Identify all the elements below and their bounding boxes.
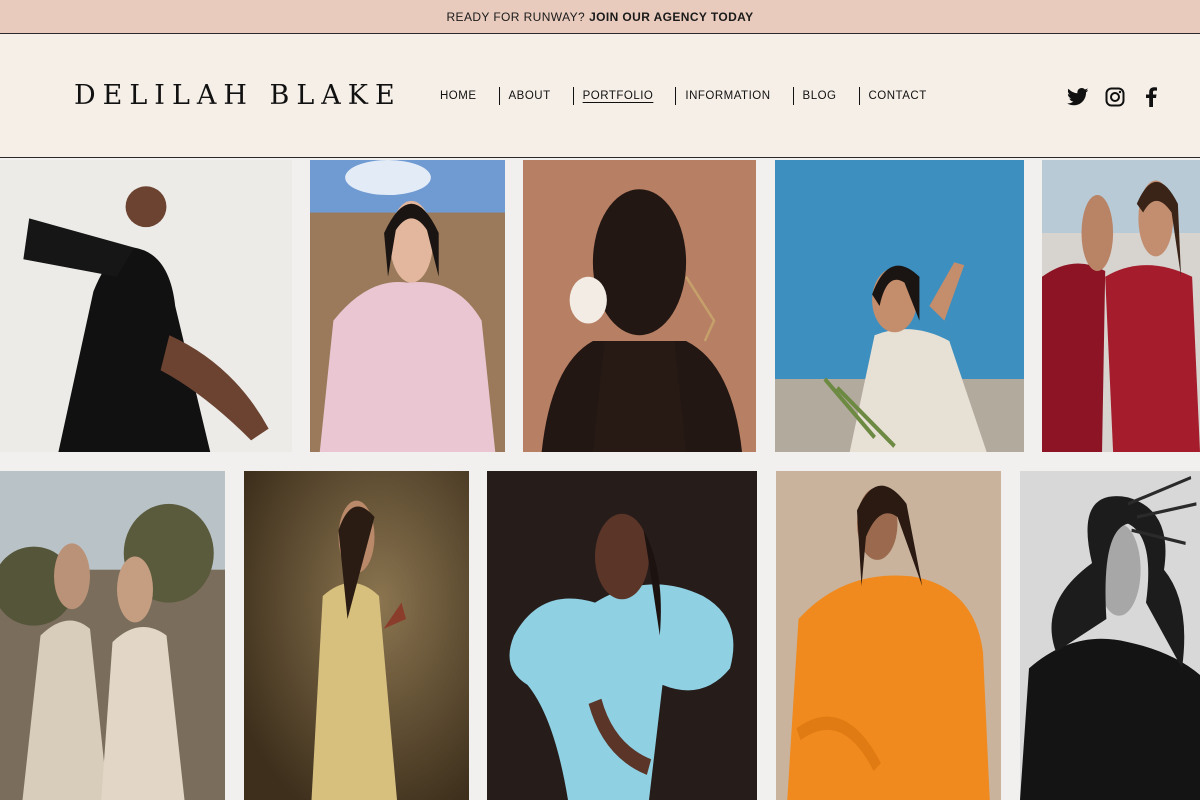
nav-item-portfolio[interactable]: PORTFOLIO [583, 90, 654, 102]
site-header: DELILAH BLAKE HOME ABOUT PORTFOLIO INFOR… [0, 34, 1200, 158]
nav-divider [858, 87, 860, 105]
nav-divider [675, 87, 677, 105]
nav-divider [792, 87, 794, 105]
join-agency-link[interactable]: JOIN OUR AGENCY TODAY [589, 10, 753, 24]
nav-item-about[interactable]: ABOUT [509, 90, 551, 102]
photo-woman-pink-dress-field[interactable] [310, 160, 505, 452]
photo-woman-yellow-suit[interactable] [244, 471, 469, 800]
nav-divider [498, 87, 500, 105]
announcement-lead: READY FOR RUNWAY? [446, 9, 586, 24]
photo-woman-black-dress[interactable] [0, 160, 292, 452]
nav-item-contact[interactable]: CONTACT [869, 90, 927, 102]
facebook-icon[interactable] [1139, 85, 1163, 109]
photo-woman-black-white[interactable] [1020, 471, 1200, 800]
main-nav: HOME ABOUT PORTFOLIO INFORMATION BLOG CO… [440, 87, 927, 105]
twitter-icon[interactable] [1066, 85, 1090, 109]
site-logo[interactable]: DELILAH BLAKE [74, 80, 402, 111]
photo-woman-blue-sky[interactable] [775, 160, 1024, 452]
photo-two-women-red-outfits[interactable] [1042, 160, 1200, 452]
photo-portrait-peach-backdrop[interactable] [523, 160, 756, 452]
photo-woman-orange-jacket[interactable] [776, 471, 1001, 800]
nav-item-blog[interactable]: BLOG [803, 90, 837, 102]
nav-item-home[interactable]: HOME [440, 90, 477, 102]
photo-two-women-outdoors[interactable] [0, 471, 225, 800]
nav-divider [572, 87, 574, 105]
instagram-icon[interactable] [1103, 85, 1127, 109]
nav-item-information[interactable]: INFORMATION [685, 90, 770, 102]
photo-woman-blue-tulle[interactable] [487, 471, 757, 800]
announcement-bar: READY FOR RUNWAY? JOIN OUR AGENCY TODAY [0, 0, 1200, 34]
